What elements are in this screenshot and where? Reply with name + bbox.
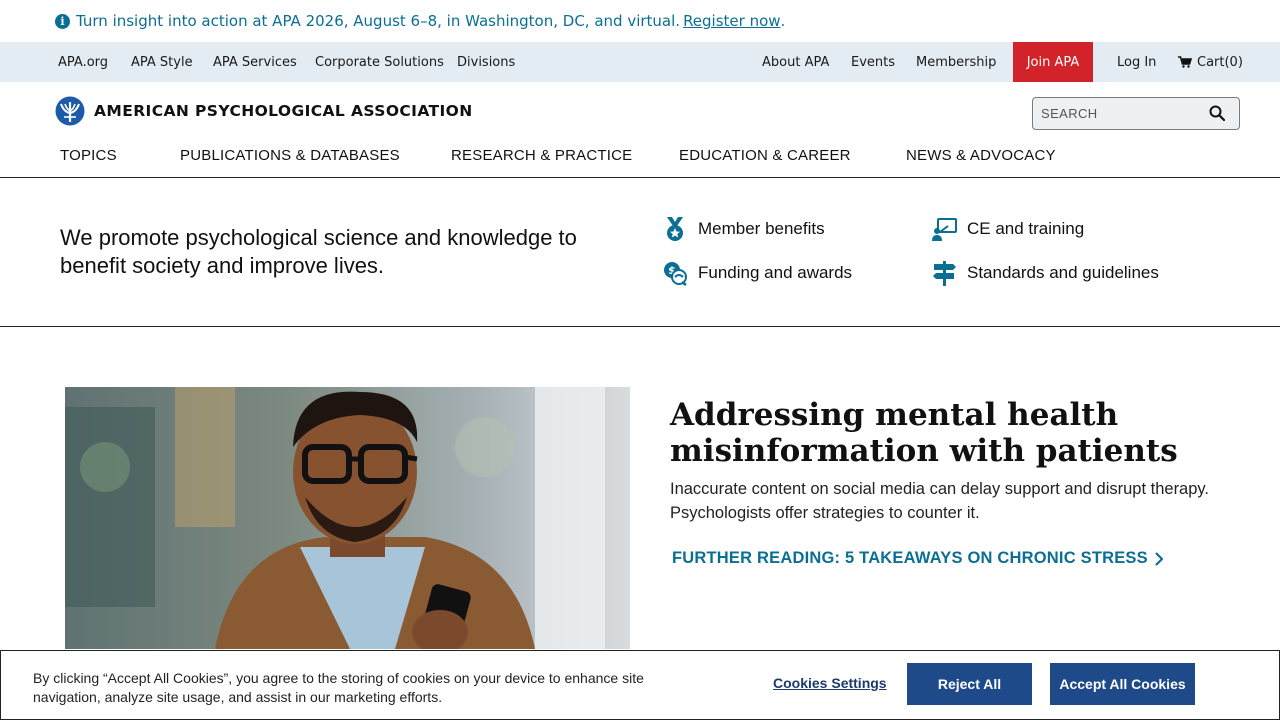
reject-all-button[interactable]: Reject All — [907, 663, 1032, 705]
cart-label: Cart(0) — [1197, 54, 1243, 70]
utility-link-about-apa[interactable]: About APA — [762, 42, 829, 82]
nav-news-advocacy[interactable]: NEWS & ADVOCACY — [906, 147, 1056, 164]
signpost-icon — [931, 260, 957, 286]
further-reading-link[interactable]: FURTHER READING: 5 TAKEAWAYS ON CHRONIC … — [672, 549, 1163, 568]
cookie-text: By clicking “Accept All Cookies”, you ag… — [33, 670, 644, 705]
search-box — [1032, 97, 1240, 130]
logo-text: AMERICAN PSYCHOLOGICAL ASSOCIATION — [94, 102, 473, 120]
utility-link-apa-services[interactable]: APA Services — [213, 42, 297, 82]
announcement-text: Turn insight into action at APA 2026, Au… — [76, 12, 681, 30]
utility-link-membership[interactable]: Membership — [916, 42, 996, 82]
funding-icon: $ — [662, 260, 688, 286]
cookies-settings-button[interactable]: Cookies Settings — [773, 675, 887, 691]
member-benefits-link[interactable]: Member benefits — [662, 216, 825, 242]
nav-education-career[interactable]: EDUCATION & CAREER — [679, 147, 851, 164]
apa-logo[interactable]: AMERICAN PSYCHOLOGICAL ASSOCIATION — [55, 96, 473, 126]
feature-title[interactable]: Addressing mental health misinformation … — [670, 397, 1230, 469]
feature-description: Inaccurate content on social media can d… — [670, 480, 1210, 522]
announcement-bar: i Turn insight into action at APA 2026, … — [0, 0, 1280, 42]
member-benefits-label: Member benefits — [698, 219, 825, 238]
utility-link-corporate-solutions[interactable]: Corporate Solutions — [315, 42, 444, 82]
register-now-link[interactable]: Register now — [683, 12, 780, 30]
cart-icon — [1178, 56, 1192, 68]
medal-icon — [662, 216, 688, 242]
mission-band: We promote psychological science and kno… — [0, 178, 1280, 327]
chevron-right-icon — [1155, 551, 1163, 566]
main-nav: TOPICS PUBLICATIONS & DATABASES RESEARCH… — [0, 138, 1280, 178]
login-link[interactable]: Log In — [1117, 42, 1156, 82]
utility-link-events[interactable]: Events — [851, 42, 895, 82]
presentation-icon — [931, 216, 957, 242]
announcement-trail: . — [780, 12, 786, 30]
cookie-banner: By clicking “Accept All Cookies”, you ag… — [0, 650, 1280, 720]
cart-link[interactable]: Cart(0) — [1178, 42, 1243, 82]
funding-awards-link[interactable]: $ Funding and awards — [662, 260, 852, 286]
feature-image[interactable] — [65, 387, 630, 649]
apa-logo-icon — [55, 96, 85, 126]
accept-all-cookies-button[interactable]: Accept All Cookies — [1050, 663, 1195, 705]
utility-link-apa-org[interactable]: APA.org — [58, 42, 108, 82]
funding-awards-label: Funding and awards — [698, 263, 853, 282]
mission-tagline: We promote psychological science and kno… — [60, 225, 577, 278]
further-reading-label: FURTHER READING: 5 TAKEAWAYS ON CHRONIC … — [672, 549, 1148, 567]
nav-topics[interactable]: TOPICS — [60, 147, 117, 164]
standards-guidelines-label: Standards and guidelines — [967, 263, 1159, 282]
info-icon: i — [55, 13, 70, 29]
standards-guidelines-link[interactable]: Standards and guidelines — [931, 260, 1159, 286]
search-icon[interactable] — [1209, 105, 1225, 121]
utility-link-apa-style[interactable]: APA Style — [131, 42, 193, 82]
nav-publications-databases[interactable]: PUBLICATIONS & DATABASES — [180, 147, 400, 164]
search-input[interactable] — [1033, 106, 1203, 121]
nav-research-practice[interactable]: RESEARCH & PRACTICE — [451, 147, 632, 164]
utility-nav: APA.org APA Style APA Services Corporate… — [0, 42, 1280, 82]
join-apa-button[interactable]: Join APA — [1013, 42, 1093, 82]
utility-link-divisions[interactable]: Divisions — [457, 42, 515, 82]
ce-training-label: CE and training — [967, 219, 1085, 238]
ce-training-link[interactable]: CE and training — [931, 216, 1084, 242]
